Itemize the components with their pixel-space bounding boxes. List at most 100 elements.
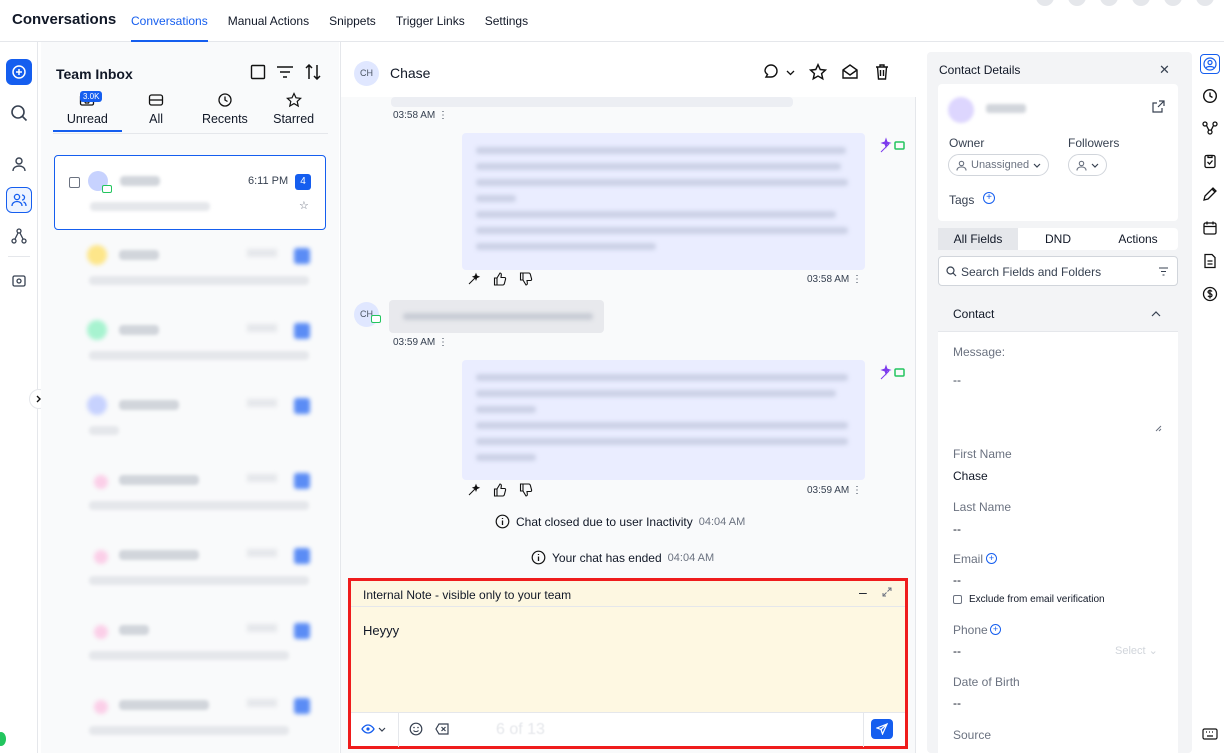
new-chat-icon[interactable] [6,59,32,85]
tab-settings[interactable]: Settings [485,0,528,42]
message-preview-blurred [89,576,309,585]
thumbs-up-icon[interactable] [493,272,507,286]
resize-handle-icon[interactable] [1155,425,1162,432]
inbox-view-icon[interactable] [6,268,32,294]
add-phone-icon[interactable]: + [990,624,1001,635]
chat-bubble-icon [764,64,778,78]
contact-details-panel: Contact Details ✕ Owner Followers Unassi… [927,52,1192,753]
message-preview-blurred [89,426,119,435]
left-rail [0,42,49,753]
select-all-checkbox-icon[interactable] [250,64,266,80]
message-value[interactable]: -- [953,373,961,387]
composer-text: Heyyy [363,623,400,638]
tasks-icon[interactable] [1201,152,1219,170]
conversation-item[interactable] [54,380,326,455]
assign-dropdown[interactable] [762,62,795,82]
expand-icon[interactable] [882,587,892,597]
filter-tab-unread[interactable]: 3.0K Unread [53,91,122,132]
top-avatar[interactable] [1164,0,1182,6]
keyboard-icon[interactable] [1201,725,1219,743]
conversation-item[interactable] [54,605,326,680]
tab-trigger-links[interactable]: Trigger Links [396,0,465,42]
sort-icon[interactable] [304,64,322,80]
mail-open-icon[interactable] [841,63,859,81]
thumbs-down-icon[interactable] [519,272,533,286]
trash-icon[interactable] [873,63,891,81]
thumbs-down-icon[interactable] [519,483,533,497]
top-avatar[interactable] [1036,0,1054,6]
send-button[interactable] [871,719,893,739]
exclude-verification-checkbox[interactable] [953,595,962,604]
user-icon[interactable] [6,151,32,177]
phone-type-select[interactable]: Select ⌄ [1115,644,1158,657]
conversation-item-selected[interactable]: 6:11 PM 4 ☆ [54,155,326,230]
workflow-icon[interactable] [6,223,32,249]
team-icon[interactable] [6,187,32,213]
contact-icon[interactable] [1200,54,1220,74]
followers-select[interactable] [1068,154,1107,176]
tab-dnd[interactable]: DND [1018,228,1098,250]
composer-textarea[interactable]: Heyyy [351,607,905,712]
open-external-icon[interactable] [1152,100,1165,113]
top-avatar[interactable] [1100,0,1118,6]
phone-value[interactable]: -- [953,644,961,658]
star-icon[interactable]: ☆ [299,199,309,212]
conversation-item[interactable] [54,530,326,605]
emoji-icon[interactable] [409,722,423,736]
app-title: Conversations [12,11,117,28]
top-avatar[interactable] [1196,0,1214,6]
owner-select[interactable]: Unassigned [948,154,1050,176]
message-preview-blurred [89,276,309,285]
tab-actions[interactable]: Actions [1098,228,1178,250]
thumbs-up-icon[interactable] [493,483,507,497]
email-value[interactable]: -- [953,573,961,587]
star-icon[interactable] [809,63,827,81]
clear-text-icon[interactable] [435,722,450,736]
filter-tab-recents[interactable]: Recents [191,92,260,132]
minimize-icon[interactable]: – [859,584,867,600]
payments-icon[interactable] [1201,285,1219,303]
conversation-checkbox[interactable] [69,177,80,188]
tab-conversations[interactable]: Conversations [131,0,208,42]
dob-value[interactable]: -- [953,696,961,710]
conversation-item[interactable] [54,455,326,530]
search-icon[interactable] [6,100,32,126]
composer-title: Internal Note - visible only to your tea… [363,588,572,602]
history-icon[interactable] [1201,87,1219,105]
ai-magic-icon[interactable] [467,483,481,497]
message-time: 03:59 AM ⋮ [393,337,449,348]
filter-tab-label: Recents [201,112,248,126]
ai-magic-icon[interactable] [467,272,481,286]
chat-header: CH Chase [341,42,917,97]
system-message: Your chat has ended 04:04 AM [531,550,714,565]
notes-pen-icon[interactable] [1201,185,1219,203]
add-email-icon[interactable]: + [986,553,997,564]
contact-summary-card: Owner Followers Unassigned Tags + [938,84,1178,221]
filter-icon[interactable] [276,64,294,80]
message-preview-blurred [89,726,289,735]
filter-icon[interactable] [1158,267,1169,276]
tab-snippets[interactable]: Snippets [329,0,376,42]
first-name-value[interactable]: Chase [953,469,988,483]
document-icon[interactable] [1201,252,1219,270]
top-avatar[interactable] [1132,0,1150,6]
followers-label: Followers [1068,136,1120,150]
fields-search-input[interactable]: Search Fields and Folders [938,256,1178,286]
filter-tab-all[interactable]: All [122,92,191,132]
filter-tab-starred[interactable]: Starred [259,92,328,132]
visibility-dropdown[interactable] [361,723,386,735]
calendar-icon[interactable] [1201,219,1219,237]
contact-section-header[interactable]: Contact [938,296,1178,332]
contact-name[interactable]: Chase [390,65,430,81]
conversation-item[interactable] [54,230,326,305]
last-name-value[interactable]: -- [953,522,961,536]
tab-manual-actions[interactable]: Manual Actions [228,0,309,42]
avatar [948,97,974,123]
close-icon[interactable]: ✕ [1159,62,1170,78]
conversation-item[interactable] [54,305,326,380]
tab-all-fields[interactable]: All Fields [938,228,1018,250]
opportunities-icon[interactable] [1201,119,1219,137]
conversation-item[interactable] [54,680,326,755]
add-tag-icon[interactable]: + [983,192,995,204]
top-avatar[interactable] [1068,0,1086,6]
